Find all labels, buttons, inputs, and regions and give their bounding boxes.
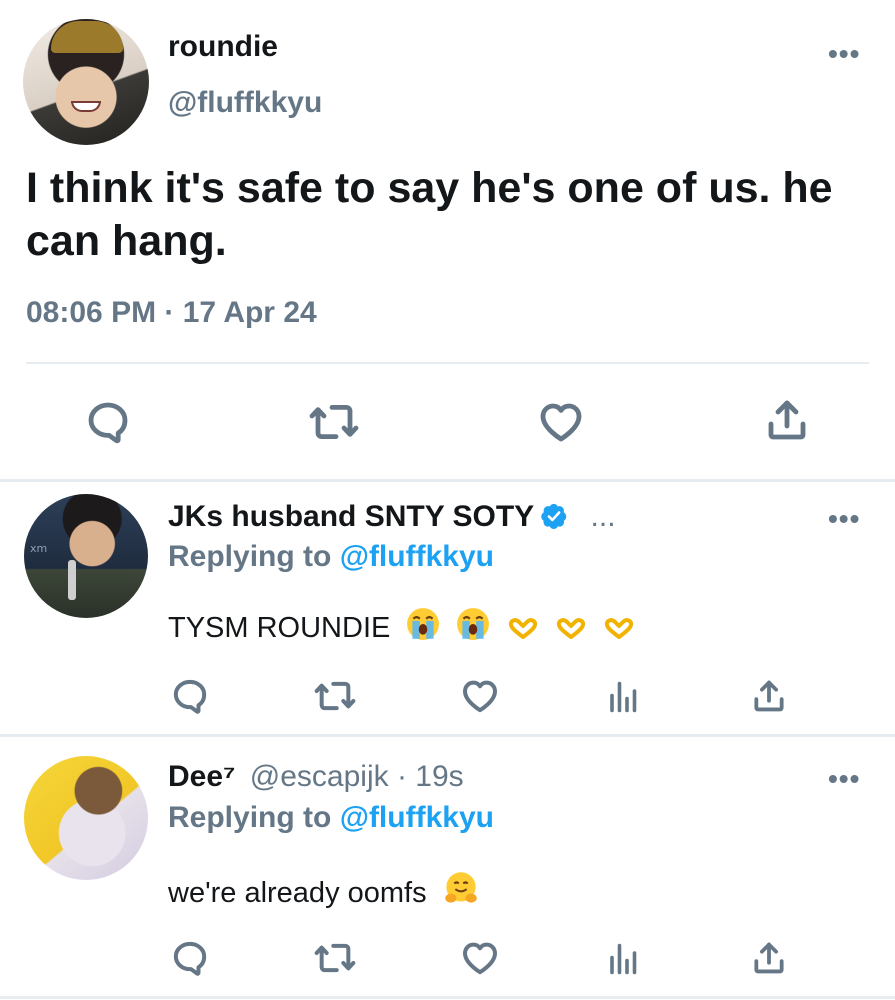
share-icon[interactable] — [750, 938, 788, 978]
loudly-crying-face-icon — [407, 608, 440, 640]
tweet-text: I think it's safe to say he's one of us.… — [26, 164, 833, 265]
reply-display-name-row[interactable]: Dee⁷ @escapijk · 19s — [168, 760, 464, 794]
logo-mark: xm — [30, 542, 48, 555]
more-options-icon[interactable]: ••• — [828, 503, 860, 535]
loudly-crying-face-icon — [457, 608, 490, 640]
like-icon[interactable] — [460, 938, 500, 978]
retweet-icon[interactable] — [313, 676, 357, 716]
retweet-icon[interactable] — [313, 938, 357, 978]
like-icon[interactable] — [460, 676, 500, 716]
reply-handle-truncated: ... — [590, 500, 616, 533]
reply-display-name[interactable]: Dee⁷ — [168, 760, 235, 793]
heart-hands-icon — [508, 618, 537, 639]
author-handle[interactable]: @fluffkkyu — [168, 86, 322, 120]
reply-text-row: we're already oomfs — [168, 870, 479, 910]
replying-prefix: Replying to — [168, 801, 332, 834]
replying-to-link[interactable]: @fluffkkyu — [340, 540, 494, 573]
replying-prefix: Replying to — [168, 540, 332, 573]
hugging-face-icon — [444, 872, 477, 903]
reply-avatar[interactable]: xm — [24, 494, 148, 618]
heart-hands-icon — [556, 618, 585, 639]
reply-display-name-row[interactable]: JKs husband SNTY SOTY ... — [168, 500, 616, 534]
analytics-icon[interactable] — [606, 678, 642, 716]
reply-icon[interactable] — [170, 676, 210, 716]
analytics-icon[interactable] — [606, 940, 642, 978]
share-icon[interactable] — [763, 396, 811, 444]
reply-handle-time: @escapijk · 19s — [249, 760, 464, 793]
reply-text: TYSM ROUNDIE — [168, 612, 391, 644]
beanie-shape — [51, 21, 123, 53]
reply-display-name[interactable]: JKs husband SNTY SOTY — [168, 500, 534, 533]
like-icon[interactable] — [537, 398, 585, 446]
tweet-separator — [0, 734, 895, 737]
reply-text: we're already oomfs — [168, 877, 427, 909]
more-options-icon[interactable]: ••• — [828, 38, 860, 70]
reply-icon[interactable] — [84, 398, 132, 446]
divider — [26, 362, 869, 364]
tweet-timestamp[interactable]: 08:06 PM · 17 Apr 24 — [26, 296, 317, 330]
heart-hands-icon — [604, 618, 633, 639]
reply-icon[interactable] — [170, 938, 210, 978]
reply-text-row: TYSM ROUNDIE — [168, 607, 635, 645]
microphone-shape — [68, 560, 76, 600]
author-avatar[interactable] — [23, 19, 149, 145]
replying-to-link[interactable]: @fluffkkyu — [340, 801, 494, 834]
smile-shape — [71, 101, 101, 112]
author-display-name[interactable]: roundie — [168, 30, 278, 64]
share-icon[interactable] — [750, 676, 788, 716]
reply-avatar[interactable] — [24, 756, 148, 880]
replying-to-line: Replying to @fluffkkyu — [168, 540, 494, 574]
tweet-separator — [0, 996, 895, 999]
retweet-icon[interactable] — [308, 398, 360, 446]
more-options-icon[interactable]: ••• — [828, 763, 860, 795]
verified-badge-icon — [541, 503, 567, 529]
tweet-separator — [0, 479, 895, 482]
replying-to-line: Replying to @fluffkkyu — [168, 801, 494, 835]
